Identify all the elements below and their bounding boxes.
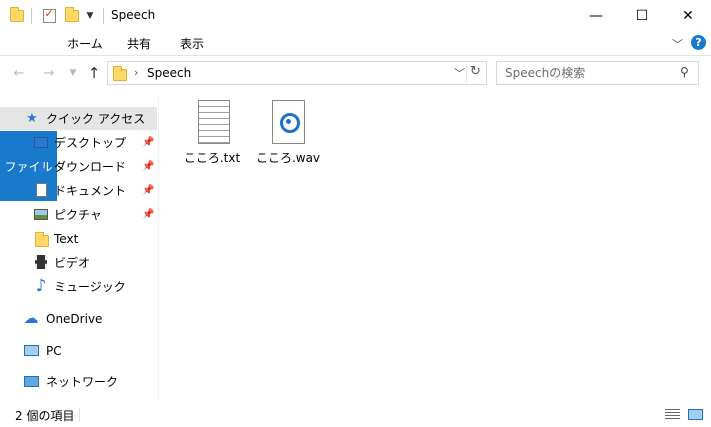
file-item[interactable]: こころ.wav bbox=[252, 100, 322, 170]
nav-item-pictures[interactable]: ピクチャ 📌 bbox=[0, 203, 157, 226]
file-name: こころ.wav bbox=[255, 151, 321, 165]
nav-item-pc[interactable]: PC bbox=[0, 339, 157, 362]
tab-home[interactable]: ホーム bbox=[61, 31, 109, 55]
text-file-icon bbox=[198, 100, 230, 144]
back-arrow-icon[interactable]: ← bbox=[10, 64, 28, 82]
breadcrumb-chevron-icon[interactable]: › bbox=[134, 66, 138, 79]
details-view-icon[interactable] bbox=[665, 409, 680, 420]
nav-item-label: Text bbox=[54, 231, 79, 246]
nav-item-label: ミュージック bbox=[54, 280, 126, 294]
ribbon-tabs: ファイル ホーム 共有 表示 ﹀ ? bbox=[0, 31, 711, 201]
address-bar[interactable]: › Speech ﹀ ↻ bbox=[107, 61, 487, 85]
file-item[interactable]: こころ.txt bbox=[176, 100, 246, 170]
nav-item-label: PC bbox=[46, 343, 62, 358]
toolbar-separator bbox=[31, 8, 32, 24]
network-icon bbox=[24, 376, 39, 387]
pane-divider bbox=[158, 96, 159, 400]
nav-item-downloads[interactable]: ↓ ダウンロード 📌 bbox=[0, 155, 157, 178]
recent-locations-chevron-icon[interactable]: ▼ bbox=[64, 64, 82, 82]
nav-item-music[interactable]: ♪ ミュージック bbox=[0, 275, 157, 298]
nav-item-network[interactable]: ネットワーク bbox=[0, 370, 157, 393]
ribbon-expand-chevron-icon[interactable]: ﹀ bbox=[672, 36, 683, 52]
status-bar: 2 個の項目 bbox=[0, 403, 711, 427]
up-arrow-icon[interactable]: ↑ bbox=[85, 64, 103, 82]
nav-item-label: ピクチャ bbox=[54, 208, 102, 222]
pin-icon[interactable]: 📌 bbox=[142, 185, 154, 196]
nav-item-documents[interactable]: ドキュメント 📌 bbox=[0, 179, 157, 202]
video-icon bbox=[35, 255, 47, 269]
nav-item-videos[interactable]: ビデオ bbox=[0, 251, 157, 274]
toolbar-separator bbox=[103, 8, 104, 24]
nav-item-label: ビデオ bbox=[54, 256, 91, 270]
download-arrow-icon: ↓ bbox=[34, 156, 48, 176]
search-icon[interactable]: ⚲ bbox=[680, 65, 689, 79]
large-icons-view-icon[interactable] bbox=[688, 409, 703, 420]
folder-icon bbox=[9, 6, 25, 26]
maximize-button[interactable]: ☐ bbox=[619, 0, 665, 31]
breadcrumb-current[interactable]: Speech bbox=[147, 66, 191, 80]
minimize-button[interactable]: — bbox=[573, 0, 619, 31]
nav-item-quick-access[interactable]: ★ クイック アクセス bbox=[0, 107, 157, 130]
cloud-icon: ☁ bbox=[23, 309, 39, 327]
pin-icon[interactable]: 📌 bbox=[142, 209, 154, 220]
search-input[interactable] bbox=[505, 65, 675, 81]
folder-icon bbox=[113, 66, 127, 81]
nav-item-label: ドキュメント bbox=[54, 184, 127, 198]
music-note-icon: ♪ bbox=[35, 276, 47, 296]
nav-item-label: デスクトップ bbox=[54, 136, 127, 150]
file-name: こころ.txt bbox=[183, 151, 241, 165]
pin-icon[interactable]: 📌 bbox=[142, 137, 154, 148]
nav-item-label: ネットワーク bbox=[46, 375, 119, 389]
nav-item-text-folder[interactable]: Text bbox=[0, 227, 157, 250]
picture-icon bbox=[34, 209, 48, 220]
pin-icon[interactable]: 📌 bbox=[142, 161, 154, 172]
navigation-pane: ★ クイック アクセス デスクトップ 📌 ↓ ダウンロード 📌 ドキュメント 📌… bbox=[0, 96, 159, 400]
computer-icon bbox=[24, 345, 39, 356]
customize-toolbar-chevron-icon[interactable]: ▼ bbox=[84, 6, 96, 26]
nav-item-desktop[interactable]: デスクトップ 📌 bbox=[0, 131, 157, 154]
nav-item-label: ダウンロード bbox=[54, 160, 127, 174]
title-bar: ▼ Speech — ☐ ✕ bbox=[0, 0, 711, 31]
refresh-icon[interactable]: ↻ bbox=[470, 64, 481, 79]
address-dropdown-chevron-icon[interactable]: ﹀ bbox=[454, 65, 465, 81]
nav-item-label: クイック アクセス bbox=[46, 112, 146, 126]
forward-arrow-icon[interactable]: → bbox=[40, 64, 58, 82]
folder-icon bbox=[34, 232, 50, 249]
tab-share[interactable]: 共有 bbox=[118, 31, 160, 55]
star-icon: ★ bbox=[26, 111, 38, 126]
desktop-icon bbox=[34, 137, 48, 148]
help-icon[interactable]: ? bbox=[691, 35, 706, 50]
address-divider bbox=[466, 64, 467, 82]
status-divider bbox=[79, 408, 80, 422]
audio-file-icon bbox=[272, 100, 305, 144]
new-folder-icon[interactable] bbox=[64, 6, 80, 26]
item-count: 2 個の項目 bbox=[15, 409, 75, 423]
properties-icon[interactable] bbox=[41, 6, 57, 26]
nav-item-label: OneDrive bbox=[46, 311, 103, 326]
tab-view[interactable]: 表示 bbox=[170, 31, 214, 55]
nav-item-onedrive[interactable]: ☁ OneDrive bbox=[0, 307, 157, 330]
document-icon bbox=[36, 183, 47, 197]
window-title: Speech bbox=[111, 8, 156, 22]
close-button[interactable]: ✕ bbox=[665, 0, 711, 31]
search-box[interactable]: ⚲ bbox=[496, 61, 699, 85]
